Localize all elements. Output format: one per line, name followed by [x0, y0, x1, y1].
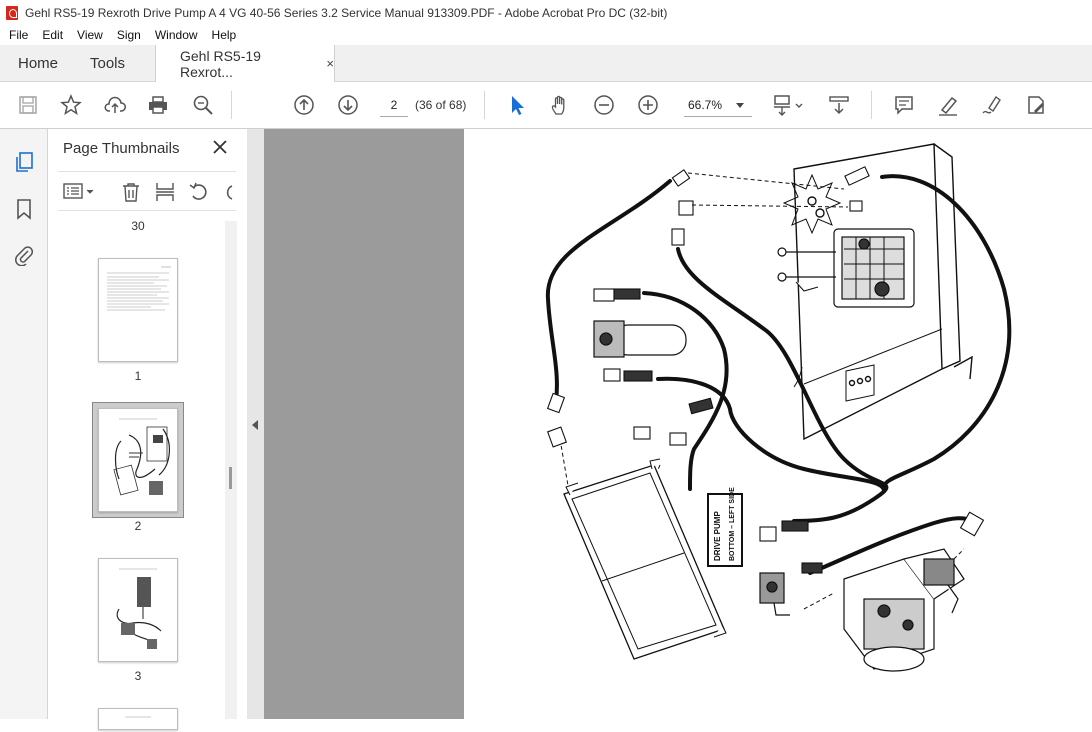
menu-view[interactable]: View — [77, 28, 103, 42]
page-thumbnails-icon[interactable] — [13, 151, 35, 173]
zoom-select[interactable]: 66.7% — [684, 94, 752, 117]
rotate-clockwise-icon[interactable] — [220, 181, 236, 203]
toolbar-separator — [484, 91, 485, 119]
panel-title: Page Thumbnails — [63, 140, 180, 157]
hydraulic-diagram: DRIVE PUMP BOTTOM – LEFT SIDE — [545, 143, 1012, 672]
document-page[interactable]: DRIVE PUMP BOTTOM – LEFT SIDE — [464, 129, 1092, 719]
toolbar-separator — [231, 91, 232, 119]
tab-tools[interactable]: Tools — [90, 45, 125, 81]
star-icon[interactable] — [59, 93, 83, 117]
page-thumbnails-panel: Page Thumbnails 30 1 2 3 — [48, 129, 248, 730]
upload-icon[interactable] — [103, 93, 127, 117]
thumbnail-label: 2 — [134, 519, 142, 533]
menu-file[interactable]: File — [9, 28, 28, 42]
tab-document-label: Gehl RS5-19 Rexrot... — [180, 47, 261, 80]
thumbnail-label: 30 — [131, 219, 145, 233]
toolbar — [0, 82, 1092, 129]
highlight-icon[interactable] — [936, 93, 960, 117]
scroll-mode-icon[interactable] — [827, 93, 851, 117]
tab-home-label: Home — [18, 54, 59, 72]
menu-edit[interactable]: Edit — [42, 28, 63, 42]
menu-sign[interactable]: Sign — [117, 28, 141, 42]
menu-window[interactable]: Window — [155, 28, 198, 42]
page-up-icon[interactable] — [292, 93, 316, 117]
page-down-icon[interactable] — [336, 93, 360, 117]
thumbnail-label: 1 — [134, 369, 142, 383]
menu-bar: File Edit View Sign Window Help — [0, 25, 1092, 45]
zoom-value: 66.7% — [688, 98, 723, 112]
thumbnail-preview — [107, 266, 171, 311]
comment-icon[interactable] — [892, 93, 916, 117]
edit-pdf-icon[interactable] — [1024, 93, 1048, 117]
search-zoom-icon[interactable] — [191, 93, 215, 117]
document-background — [264, 129, 464, 719]
tab-home[interactable]: Home — [18, 45, 58, 81]
extract-page-icon[interactable] — [154, 181, 176, 203]
thumbnail-page-3[interactable] — [98, 558, 178, 662]
bookmark-icon[interactable] — [13, 198, 35, 220]
title-bar: Gehl RS5-19 Rexroth Drive Pump A 4 VG 40… — [0, 0, 1092, 25]
diagram-label-line1: DRIVE PUMP — [713, 511, 722, 561]
sign-icon[interactable] — [980, 93, 1004, 117]
close-icon[interactable] — [210, 137, 230, 157]
hand-icon[interactable] — [548, 93, 572, 117]
fit-page-icon[interactable] — [772, 93, 806, 117]
left-navigation-rail — [0, 129, 48, 719]
thumbnail-page-2[interactable] — [98, 408, 178, 512]
save-icon[interactable] — [16, 93, 40, 117]
thumbnail-preview — [125, 716, 151, 718]
thumbnail-label: 3 — [134, 669, 142, 683]
thumbnail-scrollbar[interactable] — [225, 221, 237, 719]
options-menu-icon[interactable] — [62, 181, 96, 201]
print-icon[interactable] — [146, 93, 170, 117]
collapse-arrow-icon — [252, 420, 258, 430]
thumbnail-tools — [58, 171, 236, 211]
attachment-icon[interactable] — [13, 244, 35, 266]
rotate-counterclockwise-icon[interactable] — [188, 181, 210, 203]
page-count-label: (36 of 68) — [415, 98, 467, 112]
toolbar-separator — [871, 91, 872, 119]
panel-collapse-handle[interactable] — [247, 129, 264, 719]
tab-document[interactable]: Gehl RS5-19 Rexrot... × — [155, 45, 335, 82]
tab-tools-label: Tools — [90, 54, 126, 72]
menu-help[interactable]: Help — [212, 28, 237, 42]
zoom-in-icon[interactable] — [636, 93, 660, 117]
page-number-input[interactable]: 2 — [380, 94, 408, 117]
window-title: Gehl RS5-19 Rexroth Drive Pump A 4 VG 40… — [25, 5, 668, 20]
diagram-label-line2: BOTTOM – LEFT SIDE — [729, 487, 736, 561]
acrobat-app-icon — [6, 5, 18, 20]
chevron-down-icon — [736, 103, 744, 108]
cursor-icon[interactable] — [505, 93, 529, 117]
zoom-out-icon[interactable] — [592, 93, 616, 117]
thumbnail-page-1[interactable] — [98, 258, 178, 362]
tab-bar: Home Tools Gehl RS5-19 Rexrot... × — [0, 45, 1092, 82]
delete-page-icon[interactable] — [120, 181, 142, 203]
scrollbar-thumb[interactable] — [229, 467, 232, 489]
thumbnail-page-4[interactable] — [98, 708, 178, 730]
close-tab-icon[interactable]: × — [326, 56, 334, 71]
thumbnail-preview — [116, 568, 162, 649]
thumbnail-preview — [113, 418, 170, 496]
